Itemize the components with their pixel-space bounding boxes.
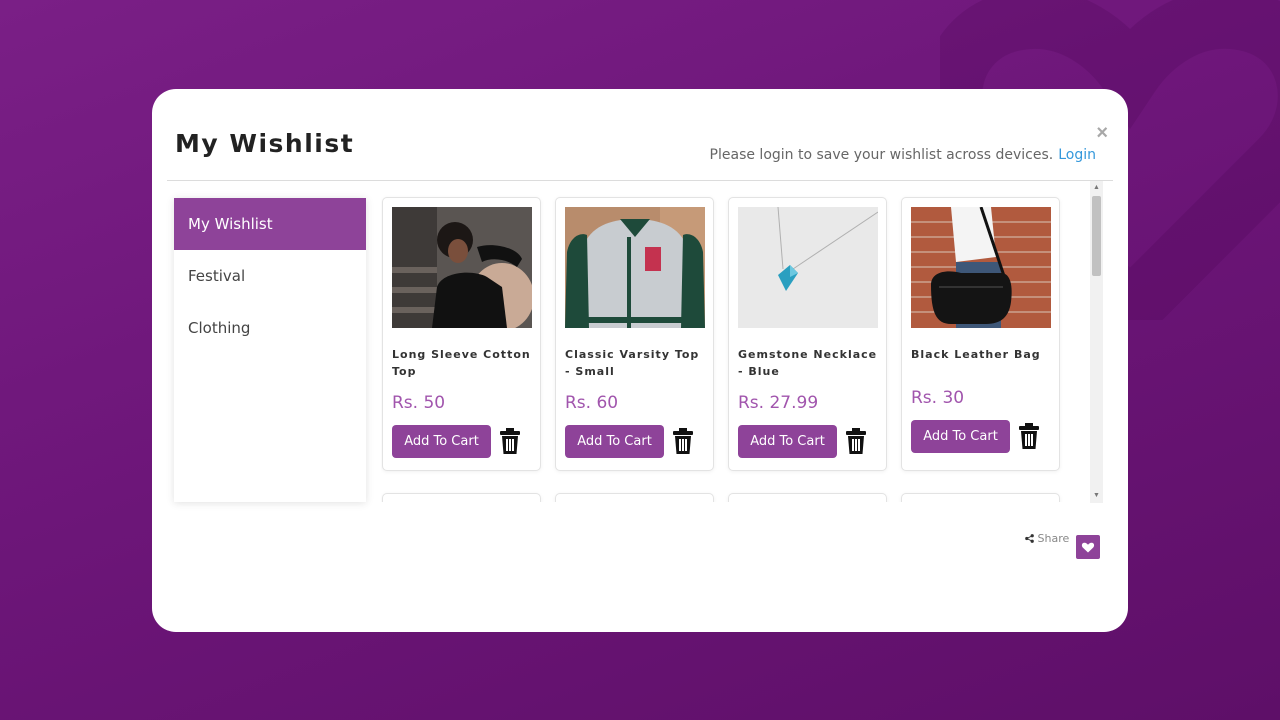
product-grid-scrollbar[interactable]: ▲ ▼ <box>1090 181 1103 503</box>
share-label: Share <box>1037 532 1070 545</box>
add-to-cart-button[interactable]: Add To Cart <box>565 425 664 458</box>
product-price: Rs. 50 <box>392 393 446 413</box>
product-card-partial <box>728 493 887 502</box>
product-card: Gemstone Necklace - Blue Rs. 27.99 Add T… <box>728 197 887 471</box>
close-icon[interactable]: × <box>1096 123 1108 143</box>
sidebar-item-clothing[interactable]: Clothing <box>174 302 366 354</box>
add-to-cart-button[interactable]: Add To Cart <box>392 425 491 458</box>
add-to-cart-button[interactable]: Add To Cart <box>738 425 837 458</box>
wishlist-sidebar: My Wishlist Festival Clothing <box>174 198 366 502</box>
sidebar-item-my-wishlist[interactable]: My Wishlist <box>174 198 366 250</box>
product-price: Rs. 27.99 <box>738 393 819 413</box>
sidebar-item-festival[interactable]: Festival <box>174 250 366 302</box>
product-card: Classic Varsity Top - Small Rs. 60 Add T… <box>555 197 714 471</box>
trash-icon[interactable] <box>673 428 693 454</box>
login-link[interactable]: Login <box>1058 147 1096 163</box>
product-grid: Long Sleeve Cotton Top Rs. 50 Add To Car… <box>381 194 1087 502</box>
product-card-partial <box>555 493 714 502</box>
trash-icon[interactable] <box>846 428 866 454</box>
add-to-cart-button[interactable]: Add To Cart <box>911 420 1010 453</box>
scroll-down-arrow-icon[interactable]: ▼ <box>1090 491 1103 501</box>
product-price: Rs. 30 <box>911 388 965 408</box>
product-card: Black Leather Bag Rs. 30 Add To Cart <box>901 197 1060 471</box>
product-price: Rs. 60 <box>565 393 619 413</box>
product-card-partial <box>901 493 1060 502</box>
trash-icon[interactable] <box>1019 423 1039 449</box>
share-icon <box>1025 534 1034 543</box>
product-image[interactable] <box>911 207 1051 328</box>
product-name: Classic Varsity Top - Small <box>565 348 700 378</box>
login-prompt: Please login to save your wishlist acros… <box>710 147 1096 163</box>
header-divider <box>167 180 1113 181</box>
product-image[interactable] <box>392 207 532 328</box>
scroll-up-arrow-icon[interactable]: ▲ <box>1090 183 1103 193</box>
product-name: Black Leather Bag <box>911 348 1041 361</box>
product-card-partial <box>382 493 541 502</box>
heart-icon <box>1081 542 1095 553</box>
product-name: Long Sleeve Cotton Top <box>392 348 531 378</box>
product-image[interactable] <box>738 207 878 328</box>
product-image[interactable] <box>565 207 705 328</box>
modal-title: My Wishlist <box>175 129 355 158</box>
product-card: Long Sleeve Cotton Top Rs. 50 Add To Car… <box>382 197 541 471</box>
product-name: Gemstone Necklace - Blue <box>738 348 878 378</box>
scroll-thumb[interactable] <box>1092 196 1101 276</box>
wishlist-modal: My Wishlist × Please login to save your … <box>152 89 1128 632</box>
trash-icon[interactable] <box>500 428 520 454</box>
wishlist-heart-button[interactable] <box>1076 535 1100 559</box>
login-prompt-text: Please login to save your wishlist acros… <box>709 147 1054 163</box>
share-button[interactable]: Share <box>1025 532 1069 545</box>
